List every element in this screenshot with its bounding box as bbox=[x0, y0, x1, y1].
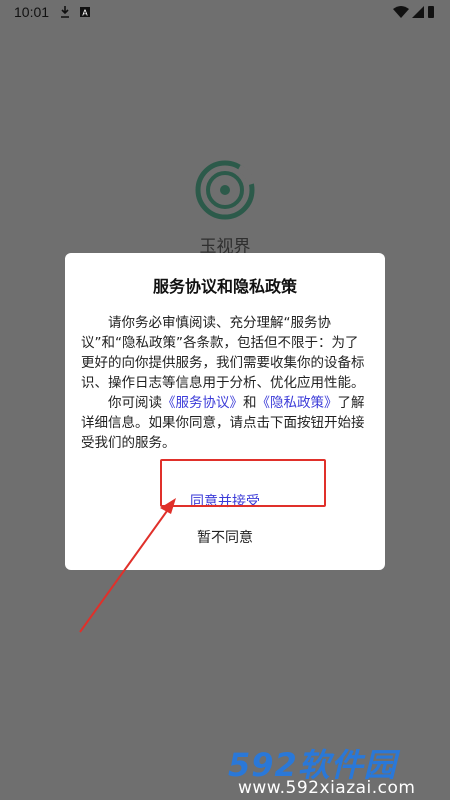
dialog-body: 请你务必审慎阅读、充分理解“服务协议”和“隐私政策”各条款，包括但不限于：为了更… bbox=[81, 313, 371, 453]
p2-and: 和 bbox=[243, 395, 257, 411]
privacy-policy-link[interactable]: 《隐私政策》 bbox=[257, 395, 338, 411]
status-notification-icons: A bbox=[60, 5, 100, 23]
decline-button[interactable]: 暂不同意 bbox=[65, 523, 385, 553]
download-icon: A bbox=[61, 6, 90, 18]
dialog-paragraph-1: 请你务必审慎阅读、充分理解“服务协议”和“隐私政策”各条款，包括但不限于：为了更… bbox=[81, 315, 365, 391]
watermark-url: www.592xiazai.com bbox=[238, 778, 416, 798]
svg-text:A: A bbox=[82, 9, 88, 18]
p2-prefix: 你可阅读 bbox=[108, 395, 162, 411]
accept-button[interactable]: 同意并接受 bbox=[65, 485, 385, 519]
status-time: 10:01 bbox=[14, 4, 50, 20]
wifi-battery-icon bbox=[393, 6, 434, 18]
status-bar: 10:01 A bbox=[0, 0, 450, 26]
status-system-icons bbox=[392, 4, 436, 24]
watermark: 592软件园 www.592xiazai.com bbox=[228, 740, 443, 798]
app-logo bbox=[195, 160, 256, 220]
privacy-dialog: 服务协议和隐私政策 请你务必审慎阅读、充分理解“服务协议”和“隐私政策”各条款，… bbox=[65, 253, 385, 570]
service-agreement-link[interactable]: 《服务协议》 bbox=[162, 395, 243, 411]
dialog-title: 服务协议和隐私政策 bbox=[152, 277, 297, 296]
dialog-paragraph-2: 你可阅读《服务协议》和《隐私政策》了解详细信息。如果你同意，请点击下面按钮开始接… bbox=[81, 393, 371, 453]
app-logo-icon bbox=[195, 160, 256, 220]
